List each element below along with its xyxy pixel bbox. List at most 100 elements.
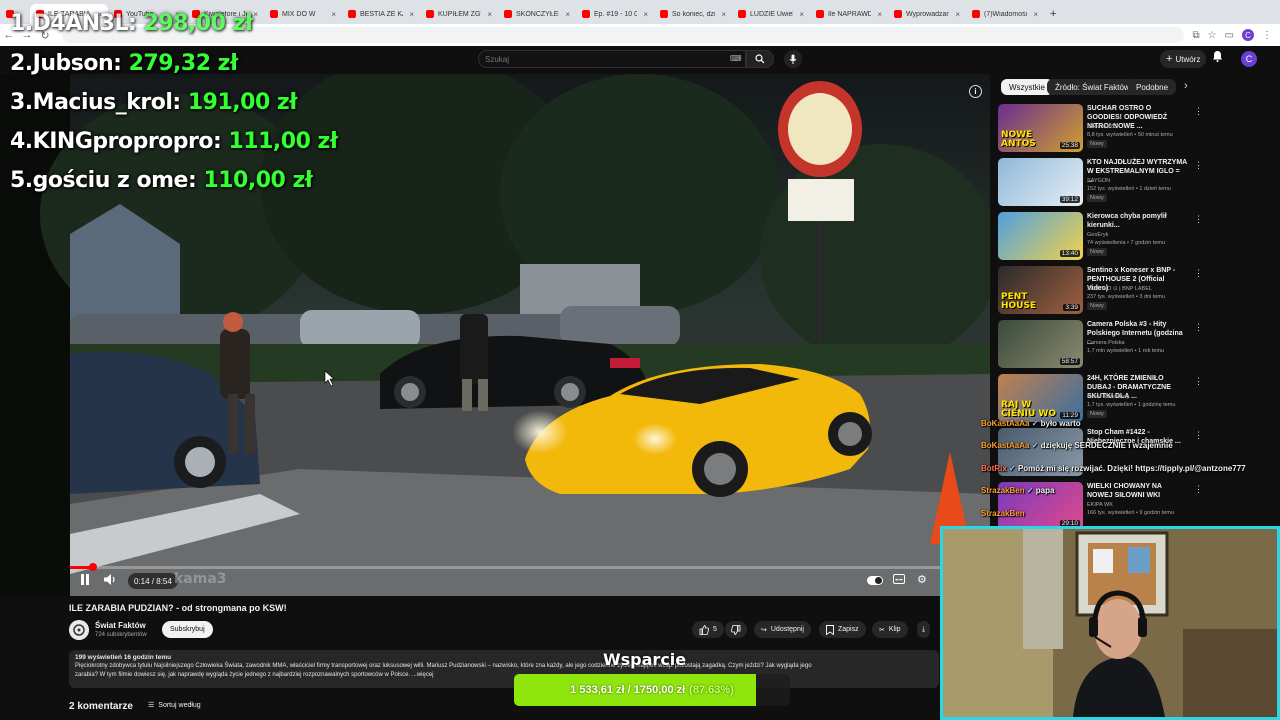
- browser-tab[interactable]: MIX DO W ×: [264, 4, 342, 24]
- recommended-video[interactable]: PENT HOUSE 3:39 Sentino x Koneser x BNP - …: [998, 266, 1203, 318]
- chat-username: BoKastAaAa: [981, 419, 1030, 428]
- subtitles-icon[interactable]: [893, 574, 905, 587]
- tab-close-icon[interactable]: ×: [253, 10, 258, 19]
- filter-chip[interactable]: Podobne: [1128, 79, 1177, 95]
- tab-close-icon[interactable]: ×: [955, 10, 960, 19]
- autoplay-toggle[interactable]: [867, 576, 883, 585]
- browser-tab[interactable]: Ile NAPRAWDĘ Z ×: [810, 4, 888, 24]
- video-meta: 152 tys. wyświetleń • 1 dzień temu: [1087, 186, 1171, 192]
- dislike-button[interactable]: [725, 621, 747, 638]
- chat-text: dziękuję SERDECZNIE i wzajemnie: [1040, 441, 1173, 450]
- channel-name[interactable]: GeoEryk: [1087, 231, 1197, 239]
- video-title[interactable]: WIELKI CHOWANY NA NOWEJ SIŁOWNI WKI: [1087, 482, 1187, 500]
- tab-label: BESTIA ZE KADE: [360, 10, 403, 18]
- create-button[interactable]: + Utwórz: [1160, 50, 1207, 68]
- channel-name[interactable]: EKIPA WK: [1087, 501, 1197, 509]
- seek-bar[interactable]: [70, 566, 940, 569]
- tab-label: Ile NAPRAWDĘ Z: [828, 10, 872, 18]
- channel-name[interactable]: SAYGON: [1087, 177, 1197, 185]
- settings-gear-icon[interactable]: ⚙: [917, 573, 927, 586]
- video-thumbnail[interactable]: 39:12: [998, 158, 1083, 206]
- leaderboard-entry: 1.D4AN3L: 298,00 zł: [10, 11, 253, 36]
- tab-close-icon[interactable]: ×: [799, 10, 804, 19]
- tab-close-icon[interactable]: ×: [487, 10, 492, 19]
- browser-tab[interactable]: KUPIŁEM ZGUBIO ×: [420, 4, 498, 24]
- download-button[interactable]: ⤓: [917, 621, 931, 638]
- voice-search-button[interactable]: [784, 50, 802, 68]
- browser-tab[interactable]: Wyprowadzamy ×: [888, 4, 966, 24]
- video-thumbnail[interactable]: NOWE ANTOS 25:38: [998, 104, 1083, 152]
- channel-name[interactable]: SENTINO ⊙ | BNP LABEL: [1087, 285, 1197, 293]
- video-thumbnail[interactable]: 13:40: [998, 212, 1083, 260]
- tab-close-icon[interactable]: ×: [877, 10, 882, 19]
- share-button[interactable]: ↪ Udostępnij: [754, 621, 811, 638]
- tab-close-icon[interactable]: ×: [331, 10, 336, 19]
- browser-profile-avatar[interactable]: C: [1242, 29, 1254, 41]
- channel-name[interactable]: Świat Faktów: [95, 621, 146, 630]
- tab-close-icon[interactable]: ×: [409, 10, 414, 19]
- clip-button[interactable]: ✂ Klip: [872, 621, 908, 638]
- channel-avatar[interactable]: [69, 620, 89, 640]
- create-label: Utwórz: [1175, 54, 1201, 64]
- tab-close-icon[interactable]: ×: [721, 10, 726, 19]
- volume-icon[interactable]: [104, 574, 116, 588]
- tab-label: Wyprowadzamy: [906, 10, 950, 18]
- recommended-video[interactable]: 58:57 Camera Polska #3 - Hity Polskiego I…: [998, 320, 1203, 372]
- subscribe-button[interactable]: Subskrybuj: [162, 621, 213, 638]
- sort-comments-button[interactable]: ☰ Sortuj według: [148, 701, 201, 710]
- more-options-icon[interactable]: ⋮: [1194, 430, 1203, 441]
- new-tab-button[interactable]: +: [1044, 4, 1062, 24]
- video-description[interactable]: 199 wyświetleń 16 godzin temu Pięciokrot…: [69, 650, 939, 688]
- tab-close-icon[interactable]: ×: [565, 10, 570, 19]
- youtube-account-avatar[interactable]: C: [1241, 51, 1257, 67]
- video-title[interactable]: Kierowca chyba pomylił kierunki...: [1087, 212, 1187, 230]
- video-info-icon[interactable]: i: [969, 85, 982, 98]
- video-thumbnail[interactable]: PENT HOUSE 3:39: [998, 266, 1083, 314]
- browser-tab[interactable]: SKOŃCZYŁEM B ×: [498, 4, 576, 24]
- extensions-icon[interactable]: ⧉: [1192, 30, 1199, 41]
- search-input[interactable]: Szukaj: [478, 50, 746, 68]
- more-options-icon[interactable]: ⋮: [1194, 268, 1203, 279]
- sidebar-icon[interactable]: ▭: [1225, 30, 1234, 41]
- channel-name[interactable]: Kanał Biznesowy: [1087, 393, 1197, 401]
- save-button[interactable]: Zapisz: [819, 621, 866, 638]
- video-meta: 237 tys. wyświetleń • 3 dni temu: [1087, 294, 1166, 300]
- browser-tab[interactable]: Ep. #19 - 10 000 ×: [576, 4, 654, 24]
- more-options-icon[interactable]: ⋮: [1194, 214, 1203, 225]
- video-thumbnail[interactable]: 58:57: [998, 320, 1083, 368]
- new-badge: Nowy: [1087, 248, 1107, 256]
- menu-dots-icon[interactable]: ⋮: [1262, 30, 1272, 41]
- video-duration: 39:12: [1059, 196, 1080, 203]
- recommended-video[interactable]: 39:12 KTO NAJDŁUŻEJ WYTRZYMA W EKSTREMALN…: [998, 158, 1203, 210]
- filter-chip[interactable]: Wszystkie: [1001, 79, 1053, 95]
- notifications-bell-icon[interactable]: [1212, 50, 1223, 65]
- seek-handle[interactable]: [89, 563, 97, 571]
- browser-tab[interactable]: BESTIA ZE KADE ×: [342, 4, 420, 24]
- browser-tab[interactable]: LUDZIE Uwielbi ×: [732, 4, 810, 24]
- recommended-video[interactable]: 13:40 Kierowca chyba pomylił kierunki... G…: [998, 212, 1203, 264]
- keyboard-icon[interactable]: ⌨: [730, 54, 742, 63]
- like-button[interactable]: 5: [692, 621, 724, 638]
- bookmark-star-icon[interactable]: ☆: [1208, 30, 1217, 41]
- tab-close-icon[interactable]: ×: [1033, 10, 1038, 19]
- chips-next-chevron-icon[interactable]: ›: [1184, 80, 1188, 92]
- recommended-video[interactable]: NOWE ANTOS 25:38 SUCHAR OSTRO O GOODIES! O…: [998, 104, 1203, 156]
- more-options-icon[interactable]: ⋮: [1194, 322, 1203, 333]
- verified-icon: ✓: [1006, 464, 1018, 473]
- channel-name[interactable]: Camera Polska: [1087, 339, 1197, 347]
- share-label: Udostępnij: [770, 626, 804, 633]
- more-options-icon[interactable]: ⋮: [1194, 160, 1203, 171]
- browser-tab[interactable]: (7)Wiadomości | ×: [966, 4, 1044, 24]
- channel-name[interactable]: SzklanaYZJ: [1087, 123, 1197, 131]
- filter-chip[interactable]: Źródło: Świat Faktów: [1047, 79, 1138, 95]
- video-thumbnail[interactable]: RAJ W CIENIU WO 11:29: [998, 374, 1083, 422]
- more-options-icon[interactable]: ⋮: [1194, 376, 1203, 387]
- browser-tab[interactable]: So koniec, dzięk ×: [654, 4, 732, 24]
- more-options-icon[interactable]: ⋮: [1194, 106, 1203, 117]
- tab-label: (7)Wiadomości |: [984, 10, 1028, 18]
- more-options-icon[interactable]: ⋮: [1194, 484, 1203, 495]
- tab-close-icon[interactable]: ×: [643, 10, 648, 19]
- search-button[interactable]: [746, 50, 774, 68]
- chat-message: BoKastAaAa ✓ było warto: [981, 419, 1081, 428]
- pause-icon[interactable]: [80, 574, 90, 588]
